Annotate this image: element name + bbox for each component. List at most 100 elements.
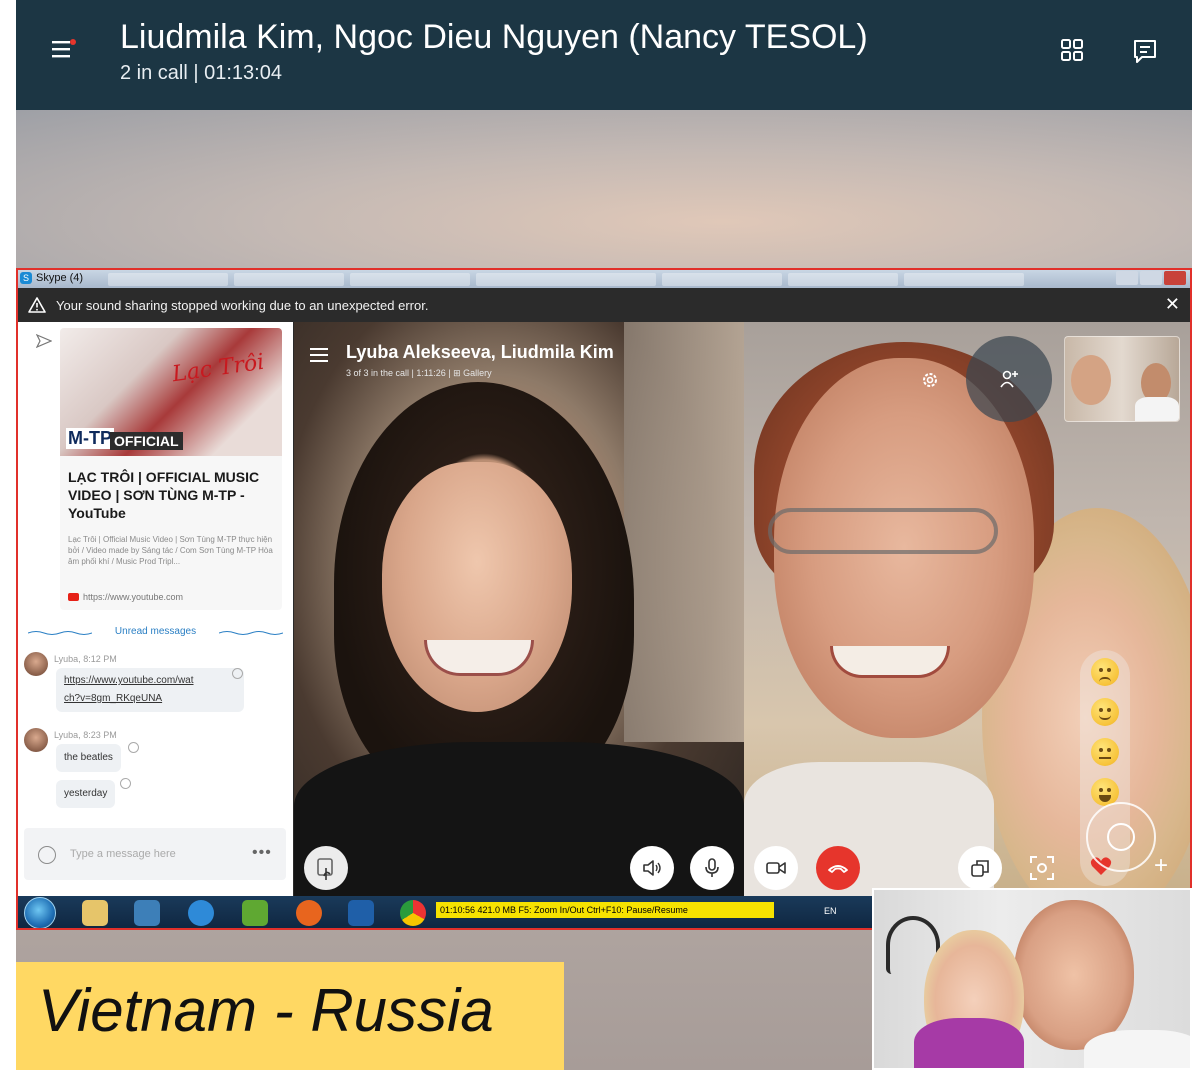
video-thumbnail[interactable]: Lạc Trôi M-TP OFFICIAL [60,328,282,456]
add-participant-button[interactable] [966,336,1052,422]
message-input[interactable] [70,842,230,866]
link-card-description: Lạc Trôi | Official Music Video | Sơn Tù… [68,535,273,566]
background-wall [624,322,744,742]
participant-face [1071,355,1111,405]
settings-icon[interactable] [920,370,940,390]
grid-view-icon[interactable] [1060,38,1084,62]
message-bubble[interactable]: the beatles [56,744,121,772]
emoji-sad-icon[interactable] [1091,658,1119,686]
menu-icon[interactable] [52,38,76,60]
close-icon[interactable]: ✕ [1165,294,1180,315]
blurred-background [16,110,1192,270]
end-call-button[interactable] [816,846,860,890]
start-button[interactable] [24,897,56,928]
participant-shirt [1135,397,1179,421]
share-screen-button[interactable] [304,846,348,890]
link-preview-card[interactable]: Lạc Trôi M-TP OFFICIAL LẠC TRÔI | OFFICI… [60,328,282,610]
inner-call-status: 3 of 3 in the call | 1:11:26 | ⊞ Gallery [346,368,492,378]
window-title: Skype (4) [36,272,84,284]
end-call-icon [828,865,848,873]
recorder-status[interactable]: 01:10:56 421.0 MB F5: Zoom In/Out Ctrl+F… [436,902,774,918]
warning-icon [28,297,46,313]
popout-icon [971,860,989,877]
message-link-line[interactable]: https://www.youtube.com/wat [64,672,236,690]
link-card-source[interactable]: https://www.youtube.com [68,592,183,602]
shared-screen: S Skype (4) Your sound sharing stopped w… [16,268,1192,930]
self-view-thumbnail[interactable] [1064,336,1180,422]
speaker-button[interactable] [630,846,674,890]
microphone-button[interactable] [690,846,734,890]
inner-call-header: Lyuba Alekseeva, Liudmila Kim 3 of 3 in … [308,336,738,382]
call-status: 2 in call | 01:13:04 [120,62,282,84]
language-indicator[interactable]: EN [824,906,837,916]
outlook-icon[interactable] [348,900,374,926]
media-player-icon[interactable] [134,900,160,926]
popout-button[interactable] [958,846,1002,890]
message-composer: ••• [24,828,286,880]
participant-shirt [294,742,744,896]
maximize-button[interactable] [1140,271,1162,285]
snapshot-icon[interactable] [1028,854,1056,882]
add-person-icon [1000,370,1018,388]
inner-call-title: Lyuba Alekseeva, Liudmila Kim [346,342,614,362]
firefox-icon[interactable] [296,900,322,926]
avatar[interactable] [24,728,48,752]
window-close-button[interactable] [1164,271,1186,285]
error-banner: Your sound sharing stopped working due t… [18,288,1190,322]
link-card-url[interactable]: https://www.youtube.com [83,592,183,602]
chat-icon[interactable] [1132,38,1158,64]
message-link-line[interactable]: ch?v=8gm_RKqeUNA [64,690,236,708]
reaction-icon[interactable] [120,778,131,789]
background-window-tab [476,273,656,286]
video-button[interactable] [754,846,798,890]
message-bubble[interactable]: yesterday [56,780,116,808]
emoji-neutral-icon[interactable] [1091,738,1119,766]
reaction-icon[interactable] [232,668,243,679]
background-window-tab [662,273,782,286]
country-label: Vietnam - Russia [16,962,564,1070]
background-window-tab [350,273,470,286]
call-title: Liudmila Kim, Ngoc Dieu Nguyen (Nancy TE… [120,18,868,56]
send-icon[interactable] [36,334,52,348]
emoji-icon[interactable] [38,846,56,864]
reaction-icon[interactable] [128,742,139,753]
message-bubble-link[interactable]: https://www.youtube.com/wat ch?v=8gm_RKq… [56,668,244,712]
chat-panel: Lạc Trôi M-TP OFFICIAL LẠC TRÔI | OFFICI… [18,322,293,896]
emoji-thinking-icon[interactable] [1091,698,1119,726]
app-frame: Liudmila Kim, Ngoc Dieu Nguyen (Nancy TE… [16,0,1192,1070]
background-window-tab [108,273,228,286]
participant-glasses [768,508,998,554]
emoji-reaction-button[interactable] [1086,802,1156,872]
youtube-icon [68,593,79,601]
participant-face [1014,900,1134,1050]
smile-icon [1107,823,1135,851]
link-card-title[interactable]: LẠC TRÔI | OFFICIAL MUSIC VIDEO | SƠN TÙ… [68,468,274,522]
participant-shirt [1084,1030,1190,1068]
thumbnail-brand: M-TP [66,428,114,449]
unread-label: Unread messages [114,626,197,637]
plus-icon[interactable]: + [1154,852,1168,880]
window-titlebar: S Skype (4) [18,270,1190,288]
skype-logo-icon: S [20,272,32,284]
internet-explorer-icon[interactable] [188,900,214,926]
participant-smile [830,646,950,678]
message-meta: Lyuba, 8:12 PM [54,654,117,664]
minimize-button[interactable] [1116,271,1138,285]
more-options-button[interactable]: ••• [252,844,272,862]
background-window-tab [904,273,1024,286]
thumbnail-official-badge: OFFICIAL [110,432,183,450]
microphone-icon [705,858,719,877]
participant-shirt [914,1018,1024,1068]
background-window-tab [234,273,344,286]
menu-icon[interactable] [310,348,328,362]
app-icon[interactable] [242,900,268,926]
chrome-icon[interactable] [400,900,426,926]
avatar[interactable] [24,652,48,676]
message-meta: Lyuba, 8:23 PM [54,730,117,740]
local-video-thumbnail[interactable] [872,888,1192,1070]
file-explorer-icon[interactable] [82,900,108,926]
call-header: Liudmila Kim, Ngoc Dieu Nguyen (Nancy TE… [16,0,1192,110]
error-message: Your sound sharing stopped working due t… [56,298,429,313]
video-feed-left [294,322,744,896]
speaker-icon [643,860,661,876]
